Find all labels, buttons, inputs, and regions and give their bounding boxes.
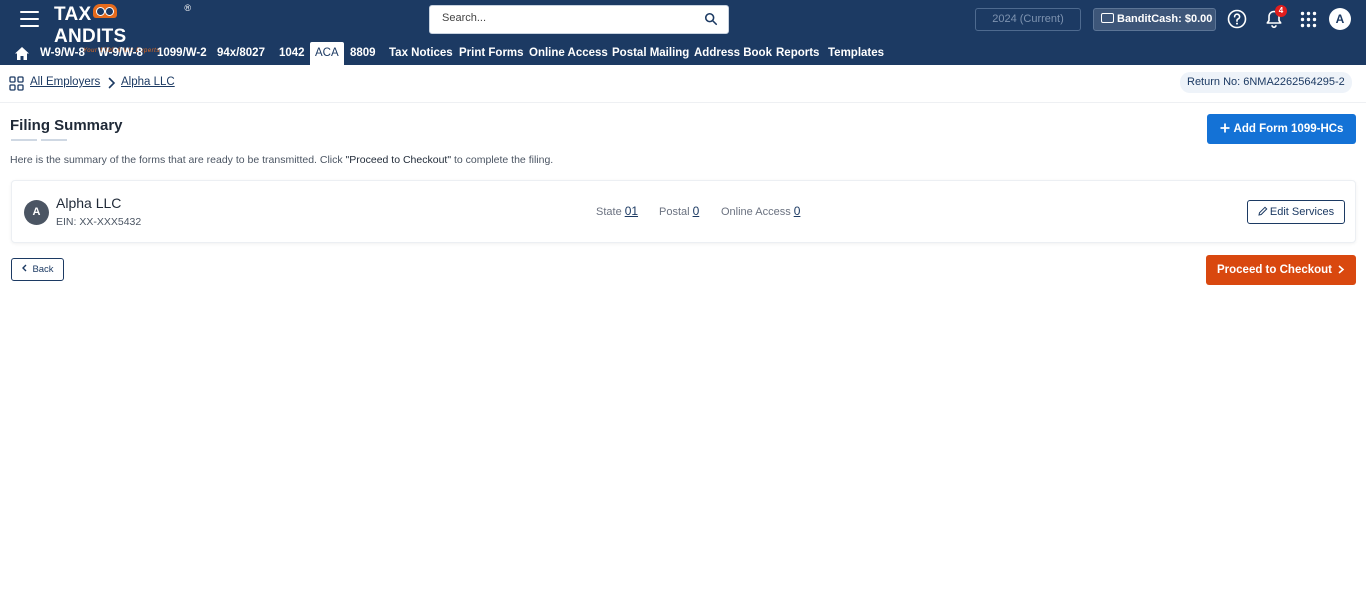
home-icon[interactable] (14, 46, 30, 61)
nav-item-1042[interactable]: 1042 (274, 42, 310, 65)
top-header: TAXANDITS ® Your 1099 & W2 Experts 2024 … (0, 0, 1366, 65)
description-quote: "Proceed to Checkout" (345, 154, 452, 166)
online-access-count-link[interactable]: 0 (794, 204, 801, 218)
help-icon[interactable] (1227, 9, 1247, 29)
bandit-cash-label: BanditCash: $0.00 (1117, 13, 1213, 25)
nav-item-8809[interactable]: 8809 (345, 42, 381, 65)
online-access-label: Online Access (721, 206, 791, 218)
nav-item-address-book[interactable]: Address Book (689, 42, 777, 65)
notification-badge: 4 (1275, 5, 1287, 17)
checkout-label: Proceed to Checkout (1216, 264, 1333, 276)
title-underline-2 (41, 139, 67, 141)
breadcrumb-current-employer[interactable]: Alpha LLC (121, 76, 175, 88)
nav-item-tax-notices[interactable]: Tax Notices (384, 42, 458, 65)
postal-stat: Postal 0 (659, 204, 699, 218)
search-icon[interactable] (704, 12, 718, 26)
search-box (429, 5, 729, 34)
bandit-cash-button[interactable]: BanditCash: $0.00 (1093, 8, 1216, 31)
registered-mark: ® (184, 3, 191, 13)
nav-item-postal-mailing[interactable]: Postal Mailing (607, 42, 694, 65)
return-number-badge: Return No: 6NMA2262564295-2 (1180, 72, 1352, 93)
filing-description: Here is the summary of the forms that ar… (10, 154, 553, 166)
tax-year-selector[interactable]: 2024 (Current) (975, 8, 1081, 31)
logo-text-left: TAX (54, 4, 92, 25)
chevron-right-icon (108, 77, 116, 89)
breadcrumb: All Employers Alpha LLC Return No: 6NMA2… (0, 65, 1366, 103)
postal-label: Postal (659, 206, 690, 218)
back-button[interactable]: Back (11, 258, 64, 281)
employer-ein: EIN: XX-XXX5432 (56, 216, 142, 228)
state-stat: State 01 (596, 204, 638, 218)
nav-item-print-forms[interactable]: Print Forms (454, 42, 529, 65)
nav-item-w9-w8-2[interactable]: W-9/W-8 (93, 42, 148, 65)
nav-item-templates[interactable]: Templates (823, 42, 889, 65)
edit-services-button[interactable]: Edit Services (1247, 200, 1345, 224)
nav-item-online-access[interactable]: Online Access (524, 42, 613, 65)
breadcrumb-all-employers[interactable]: All Employers (30, 76, 100, 88)
online-access-stat: Online Access 0 (721, 204, 800, 218)
proceed-to-checkout-button[interactable]: Proceed to Checkout (1206, 255, 1356, 285)
edit-services-label: Edit Services (1269, 206, 1335, 218)
search-input[interactable] (442, 12, 692, 24)
chevron-right-icon (1338, 265, 1345, 274)
description-text-1: Here is the summary of the forms that ar… (10, 154, 346, 166)
owl-logo-icon (92, 4, 117, 18)
chevron-left-icon (22, 264, 27, 272)
nav-item-w9-w8[interactable]: W-9/W-8 (35, 42, 90, 65)
nav-item-aca[interactable]: ACA (310, 42, 344, 65)
apps-grid-icon[interactable] (1300, 11, 1317, 28)
employer-card: A Alpha LLC EIN: XX-XXX5432 State 01 Post… (11, 180, 1356, 243)
user-avatar[interactable]: A (1329, 8, 1351, 30)
state-label: State (596, 206, 622, 218)
employer-avatar: A (24, 200, 49, 225)
add-form-button[interactable]: Add Form 1099-HCs (1207, 114, 1356, 144)
main-nav: W-9/W-8 W-9/W-8 1099/W-2 94x/8027 1042 A… (0, 42, 1366, 65)
employer-name: Alpha LLC (56, 195, 122, 211)
menu-icon[interactable] (20, 11, 39, 27)
nav-item-94x-8027[interactable]: 94x/8027 (212, 42, 270, 65)
page-title: Filing Summary (10, 117, 123, 134)
postal-count-link[interactable]: 0 (693, 204, 700, 218)
header-row: TAXANDITS ® Your 1099 & W2 Experts 2024 … (0, 0, 1366, 54)
back-label: Back (32, 264, 54, 275)
wallet-icon (1101, 13, 1114, 23)
title-underline (11, 139, 37, 141)
taxbandits-logo[interactable]: TAXANDITS ® Your 1099 & W2 Experts (54, 3, 191, 54)
nav-item-1099-w2[interactable]: 1099/W-2 (152, 42, 212, 65)
plus-icon (1220, 123, 1230, 133)
state-count-link[interactable]: 01 (625, 204, 638, 218)
description-text-2: to complete the filing. (451, 154, 554, 166)
add-form-label: Add Form 1099-HCs (1233, 123, 1344, 135)
pencil-icon (1258, 206, 1268, 216)
nav-item-reports[interactable]: Reports (771, 42, 824, 65)
dashboard-grid-icon[interactable] (9, 76, 24, 91)
